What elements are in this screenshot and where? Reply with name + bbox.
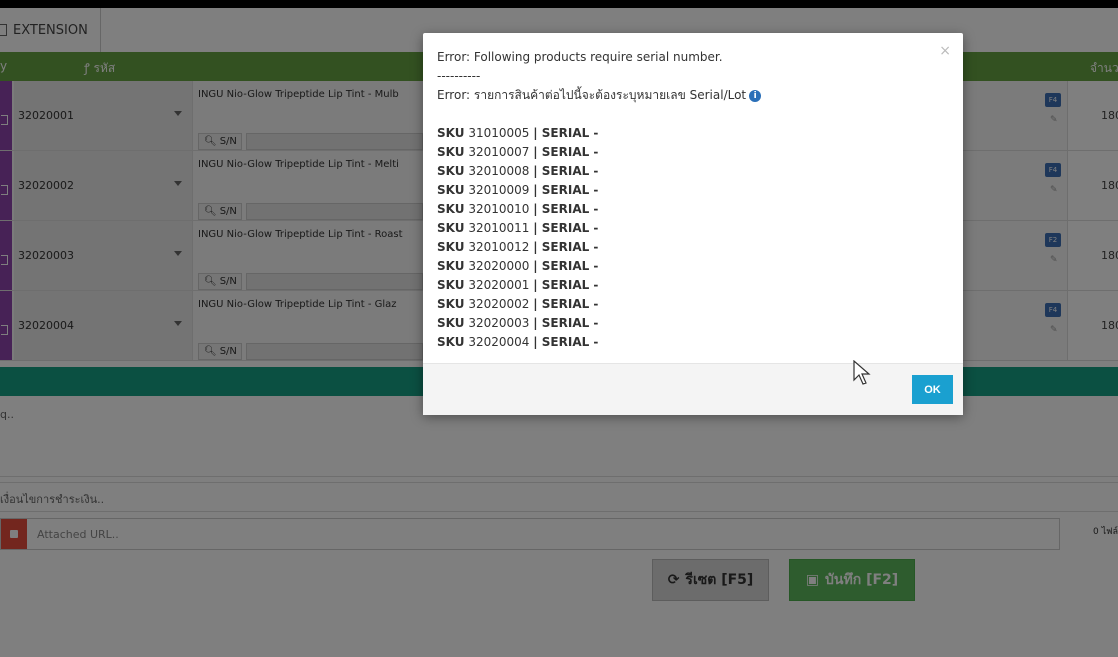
error-line-thai-text: Error: รายการสินค้าต่อไปนี้จะต้องระบุหมา… [437,88,747,102]
error-line-thai: Error: รายการสินค้าต่อไปนี้จะต้องระบุหมา… [437,86,762,105]
serial-label: | SERIAL - [533,297,599,311]
dialog-footer: OK [423,363,963,415]
sku-code: 32020002 [468,297,530,311]
serial-label: | SERIAL - [533,278,599,292]
error-separator: ---------- [437,69,481,83]
serial-label: | SERIAL - [533,240,599,254]
sku-code: 32010010 [468,202,530,216]
sku-code: 32010011 [468,221,530,235]
sku-list-item: SKU 32020003 | SERIAL - [437,314,761,333]
sku-prefix: SKU [437,259,465,273]
error-dialog-body: Error: Following products require serial… [437,48,762,352]
sku-code: 32010009 [468,183,530,197]
sku-code: 32010008 [468,164,530,178]
sku-prefix: SKU [437,202,465,216]
serial-label: | SERIAL - [533,221,599,235]
sku-prefix: SKU [437,126,465,140]
serial-label: | SERIAL - [533,316,599,330]
sku-code: 32020000 [468,259,530,273]
sku-prefix: SKU [437,240,465,254]
close-icon[interactable]: × [939,43,951,59]
serial-label: | SERIAL - [533,259,599,273]
serial-label: | SERIAL - [533,164,599,178]
sku-list-item: SKU 32010011 | SERIAL - [437,219,761,238]
serial-label: | SERIAL - [533,183,599,197]
sku-prefix: SKU [437,164,465,178]
sku-list-item: SKU 32020000 | SERIAL - [437,257,761,276]
sku-list-item: SKU 32010012 | SERIAL - [437,238,761,257]
app-screen: EXTENSION y ꝭ รหัส จำนว 32020001INGU Nio… [0,8,1118,657]
sku-code: 32010007 [468,145,530,159]
sku-prefix: SKU [437,221,465,235]
sku-prefix: SKU [437,183,465,197]
sku-code: 31010005 [468,126,530,140]
sku-list-item: SKU 32010007 | SERIAL - [437,143,761,162]
sku-code: 32020003 [468,316,530,330]
sku-list-item: SKU 32010010 | SERIAL - [437,200,761,219]
sku-prefix: SKU [437,278,465,292]
serial-label: | SERIAL - [533,202,599,216]
sku-list: SKU 31010005 | SERIAL - SKU 32010007 | SE… [437,124,761,352]
sku-prefix: SKU [437,335,465,349]
sku-prefix: SKU [437,316,465,330]
sku-code: 32020001 [468,278,530,292]
serial-label: | SERIAL - [533,126,599,140]
sku-code: 32020004 [468,335,530,349]
sku-prefix: SKU [437,297,465,311]
sku-list-item: SKU 32020001 | SERIAL - [437,276,761,295]
sku-prefix: SKU [437,145,465,159]
sku-list-item: SKU 32020002 | SERIAL - [437,295,761,314]
sku-list-item: SKU 32010008 | SERIAL - [437,162,761,181]
info-icon: i [749,89,762,102]
error-dialog: × Error: Following products require seri… [423,33,963,415]
sku-list-item: SKU 31010005 | SERIAL - [437,124,761,143]
error-line-english: Error: Following products require serial… [437,50,723,64]
serial-label: | SERIAL - [533,145,599,159]
ok-button[interactable]: OK [912,375,953,404]
sku-list-item: SKU 32010009 | SERIAL - [437,181,761,200]
sku-code: 32010012 [468,240,530,254]
sku-list-item: SKU 32020004 | SERIAL - [437,333,761,352]
serial-label: | SERIAL - [533,335,599,349]
